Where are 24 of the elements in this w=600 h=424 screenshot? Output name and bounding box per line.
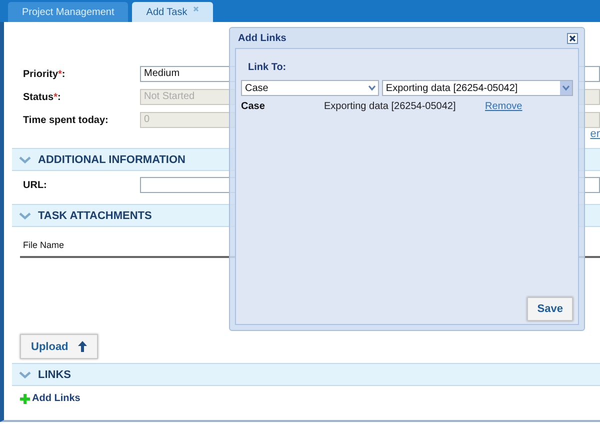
remove-link[interactable]: Remove <box>485 101 522 112</box>
link-item: Exporting data [26254-05042] <box>324 101 457 112</box>
chevron-icon <box>19 370 31 378</box>
field-label: Status*: <box>23 92 62 102</box>
field-label: Link To: <box>248 62 288 73</box>
arrow-up-icon <box>78 341 88 352</box>
dropdown[interactable]: Exporting data [26254-05042] <box>382 80 573 96</box>
field-label: Priority*: <box>23 68 66 80</box>
field-label: Time spent today: <box>23 114 110 126</box>
section-header[interactable]: LINKS <box>12 363 600 386</box>
tab[interactable]: Add Task <box>132 2 214 22</box>
column-header: File Name <box>23 240 64 250</box>
add-link[interactable]: Add Links <box>20 393 80 404</box>
plus-icon <box>20 394 30 404</box>
field-label: URL: <box>23 180 48 190</box>
chevron-icon <box>19 212 31 220</box>
close-icon[interactable] <box>567 32 578 44</box>
upload-button[interactable]: Upload <box>20 334 98 359</box>
dropdown[interactable]: Case <box>241 80 379 96</box>
dialog-title: Add Links <box>238 32 286 44</box>
link[interactable]: er <box>590 128 600 144</box>
save-button[interactable]: Save <box>527 297 573 321</box>
link-type: Case <box>241 101 266 112</box>
chevron-icon <box>19 156 31 164</box>
